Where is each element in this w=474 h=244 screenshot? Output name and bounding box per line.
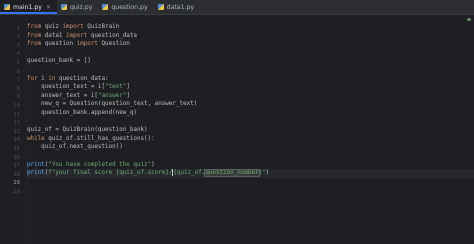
line-number: 14	[13, 137, 20, 144]
code-line[interactable]: from question import Question	[27, 40, 474, 49]
line-number: 11	[13, 111, 20, 118]
code-line-current[interactable]: print(f"your final score {quiz_of.score}…	[27, 169, 474, 178]
line-number: 6	[16, 68, 20, 75]
code-line[interactable]: question_bank.append(new_q)	[27, 109, 474, 118]
code-token: i	[37, 75, 49, 82]
code-line[interactable]: for i in question_data:	[27, 75, 474, 84]
code-token: Question	[97, 41, 130, 48]
tab-quiz-py[interactable]: quiz.py	[57, 0, 98, 14]
string-literal: }"	[258, 170, 266, 177]
code-line[interactable]: from data1 import question_data	[27, 32, 474, 41]
code-token: )	[151, 161, 155, 168]
line-number: 16	[13, 154, 20, 161]
code-token: quiz_of.still_has_questions():	[44, 135, 155, 142]
close-icon[interactable]: ✕	[46, 4, 51, 11]
editor-tab-bar: main1.py ✕ quiz.py question.py data1.py	[0, 0, 474, 15]
code-token: question_data	[87, 32, 137, 39]
code-editor[interactable]: from quiz import QuizBrain from data1 im…	[27, 16, 474, 244]
line-number: 17	[13, 163, 20, 170]
line-number: 8	[16, 85, 20, 92]
keyword: import	[76, 41, 98, 48]
code-token: question_bank.append(new_q)	[27, 110, 137, 116]
line-number: 13	[13, 128, 20, 135]
code-token: new_q = Question(question_text, answer_t…	[27, 101, 198, 108]
tab-data1-py[interactable]: data1.py	[154, 0, 200, 14]
code-token: QuizBrain	[83, 24, 120, 30]
line-number: 3	[16, 42, 20, 49]
code-token: quiz_of.next_question()	[27, 144, 123, 151]
tab-question-py[interactable]: question.py	[98, 0, 153, 14]
string-literal: {quiz_of.	[173, 170, 206, 177]
code-line[interactable]: while quiz_of.still_has_questions():	[27, 135, 474, 144]
line-number: 12	[13, 120, 20, 127]
line-number: 10	[13, 102, 20, 109]
code-token: )	[265, 170, 270, 177]
code-line[interactable]: from quiz import QuizBrain	[27, 23, 474, 32]
keyword: while	[27, 135, 45, 142]
code-line[interactable]: question_text = i["text"]	[27, 83, 474, 92]
string-literal: "You have completed the quiz"	[48, 161, 152, 168]
code-line[interactable]: print("You have completed the quiz")	[27, 161, 474, 170]
keyword: import	[62, 24, 84, 30]
tab-label: main1.py	[13, 3, 42, 11]
python-file-icon	[60, 4, 67, 10]
code-token: question	[41, 41, 77, 48]
string-literal: "answer"	[97, 92, 127, 99]
builtin-function: print	[27, 161, 45, 168]
code-line[interactable]: question_bank = []	[27, 57, 474, 66]
tab-main1-py[interactable]: main1.py ✕	[0, 0, 57, 14]
highlighted-identifier: question_number	[204, 169, 260, 178]
code-token: ]	[126, 92, 130, 99]
line-number-current: 19	[13, 180, 20, 187]
line-number: 1	[16, 25, 20, 32]
tab-label: question.py	[111, 3, 148, 11]
keyword: from	[27, 41, 42, 48]
tab-label: quiz.py	[69, 3, 93, 11]
code-token: question_data:	[55, 75, 109, 82]
line-number: 2	[16, 34, 20, 41]
keyword: from	[27, 24, 42, 30]
keyword: import	[66, 32, 88, 39]
code-line[interactable]: quiz_of.next_question()	[27, 143, 474, 152]
code-token: ]	[126, 84, 130, 91]
inspection-ok-icon[interactable]	[467, 18, 471, 21]
line-number: 4	[16, 51, 20, 58]
line-number: 15	[13, 145, 20, 152]
line-number: 7	[16, 77, 20, 84]
builtin-function: print	[27, 170, 45, 177]
line-number: 18	[13, 171, 20, 178]
string-literal: f"your final score {quiz_of.score}/	[48, 170, 173, 177]
line-number: 5	[16, 59, 20, 66]
keyword: for	[27, 75, 38, 82]
python-file-icon	[157, 4, 164, 10]
ide-window: main1.py ✕ quiz.py question.py data1.py …	[0, 0, 474, 244]
code-token: data1	[41, 32, 67, 39]
code-token: question_text = i[	[27, 84, 106, 91]
code-line[interactable]: new_q = Question(question_text, answer_t…	[27, 100, 474, 109]
line-number-gutter[interactable]: 1 2 3 4 5 6 7 8 9 10 11 12 13 14 15 16 1…	[0, 16, 26, 244]
keyword: from	[27, 32, 42, 39]
line-number: 9	[16, 94, 20, 101]
code-token: answer_text = i[	[27, 92, 98, 99]
code-token: quiz	[41, 24, 63, 30]
python-file-icon	[4, 4, 10, 10]
string-literal: "text"	[105, 84, 127, 91]
line-number: 20	[13, 188, 20, 195]
code-line[interactable]: quiz_of = QuizBrain(question_bank)	[27, 126, 474, 135]
tab-label: data1.py	[166, 3, 195, 11]
code-token: quiz_of = QuizBrain(question_bank)	[27, 127, 148, 134]
code-line[interactable]: answer_text = i["answer"]	[27, 92, 474, 101]
python-file-icon	[102, 4, 109, 10]
code-token: question_bank = []	[27, 58, 91, 65]
